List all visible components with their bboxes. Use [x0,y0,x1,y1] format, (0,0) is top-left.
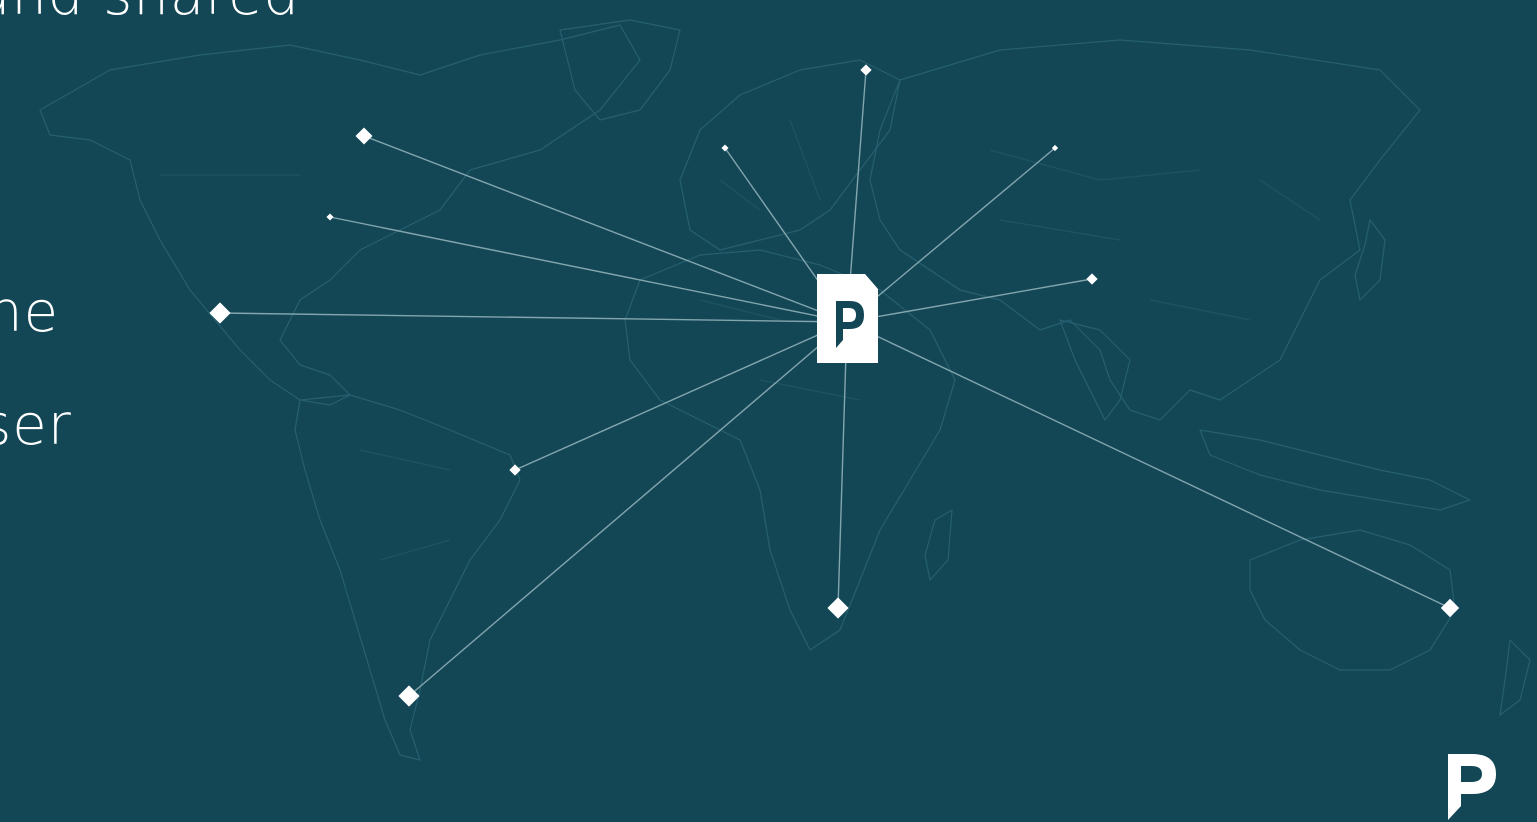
diamond-marker [860,64,872,76]
diamond-marker [326,213,334,221]
south-america-outline [294,394,521,761]
slide-text-line: gine [0,280,60,345]
slide-text-line: and shared [0,0,300,24]
asia-outline [869,39,1421,421]
diamond-marker [355,127,373,145]
world-map [39,19,1531,761]
border-lines [160,119,1321,561]
diamond-marker [1440,598,1460,618]
connection-line [219,312,848,323]
connection-line [514,321,848,471]
diamond-marker [509,464,521,476]
connection-line [408,321,848,697]
connection-line [363,135,848,323]
europe-outline [679,59,901,251]
north-america-outline [39,24,641,406]
india-outline [1059,319,1131,421]
continent-outlines [39,19,1531,761]
madagascar-outline [924,509,953,581]
connection-line [846,147,1056,323]
p-brand-logo-icon [1448,754,1496,820]
sea-islands-outline [1199,429,1471,511]
australia-outline [1249,529,1456,671]
endpoint-markers [209,64,1460,707]
slide-canvas: and shared t gine owser [0,0,1537,822]
connection-line [846,278,1093,323]
connection-line [837,321,848,609]
new-zealand-outline [1499,639,1531,716]
connection-line [329,216,848,323]
japan-outline [1354,219,1386,301]
document-p-logo-icon [817,274,878,363]
slide-text-line: owser [0,393,72,458]
diamond-marker [1086,273,1098,285]
diamond-marker [209,302,231,324]
